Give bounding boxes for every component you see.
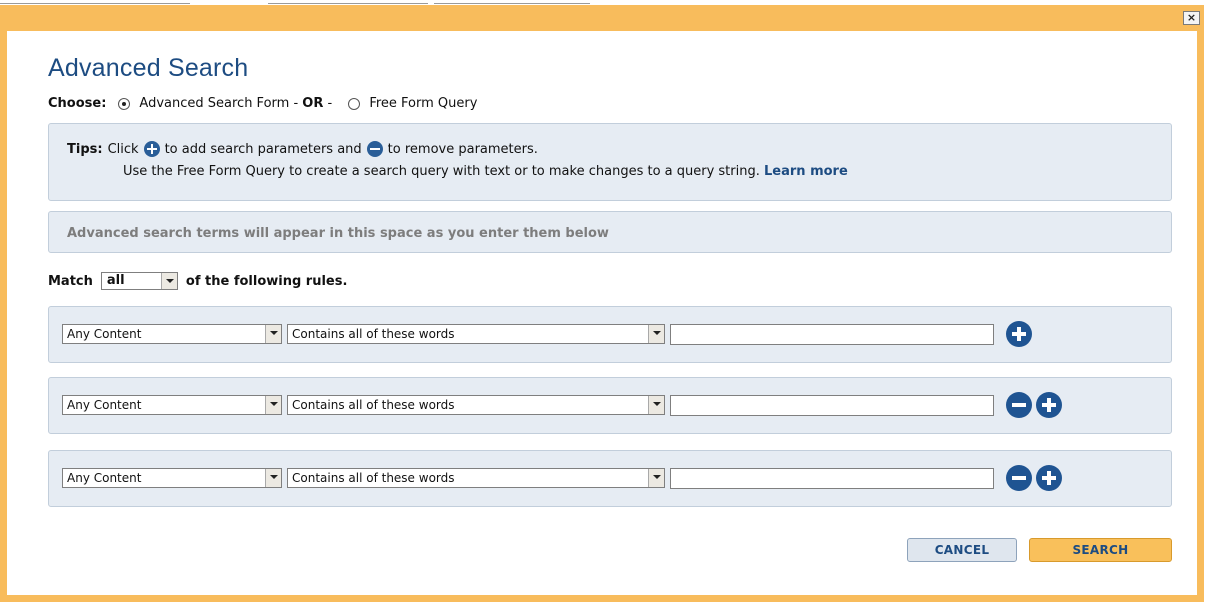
chevron-down-icon[interactable] [648, 469, 664, 487]
remove-rule-button[interactable] [1006, 465, 1032, 491]
advanced-form-label[interactable]: Advanced Search Form [139, 96, 289, 111]
tips-text-add: to add search parameters and [164, 141, 362, 157]
match-prefix: Match [48, 273, 93, 289]
background-fragment [0, 0, 190, 4]
free-form-label[interactable]: Free Form Query [369, 96, 477, 111]
chevron-down-icon[interactable] [265, 469, 281, 487]
chevron-down-icon[interactable] [160, 273, 177, 289]
match-mode-select[interactable]: all [100, 272, 178, 290]
page-title: Advanced Search [48, 54, 249, 82]
rule-condition-value: Contains all of these words [292, 327, 455, 341]
tips-panel: Tips: Click to add search parameters and… [48, 123, 1172, 201]
background-fragment [434, 0, 590, 4]
tips-free-form-note: Use the Free Form Query to create a sear… [123, 164, 1143, 180]
rule-value-input[interactable] [670, 394, 994, 416]
rule-field-value: Any Content [67, 471, 142, 485]
choose-label: Choose: [48, 96, 107, 111]
rule-field-select[interactable]: Any Content [62, 395, 282, 415]
rule-value-input[interactable] [670, 467, 994, 489]
learn-more-link[interactable]: Learn more [764, 164, 848, 179]
rule-controls: Any Content Contains all of these words [62, 321, 1032, 347]
rule-controls: Any Content Contains all of these words [62, 465, 1062, 491]
tips-line: Tips: Click to add search parameters and… [67, 141, 538, 157]
tips-label: Tips: [67, 141, 103, 157]
close-button[interactable]: × [1183, 11, 1200, 25]
search-button[interactable]: SEARCH [1029, 538, 1172, 562]
or-separator-post: - [323, 96, 337, 111]
tips-text-remove: to remove parameters. [387, 141, 538, 157]
rule-field-select[interactable]: Any Content [62, 324, 282, 344]
minus-icon [366, 141, 383, 157]
add-rule-button[interactable] [1036, 465, 1062, 491]
search-mode-chooser: Choose: Advanced Search Form - OR - Free… [48, 96, 477, 111]
free-form-radio[interactable] [348, 97, 361, 110]
rule-controls: Any Content Contains all of these words [62, 392, 1062, 418]
rule-field-value: Any Content [67, 398, 142, 412]
background-fragment [268, 0, 428, 4]
add-rule-button[interactable] [1006, 321, 1032, 347]
match-rule-row: Match all of the following rules. [48, 272, 347, 290]
rule-condition-select[interactable]: Contains all of these words [287, 324, 665, 344]
chevron-down-icon[interactable] [265, 396, 281, 414]
match-suffix: of the following rules. [185, 273, 348, 289]
advanced-form-radio[interactable] [118, 97, 131, 110]
add-rule-button[interactable] [1036, 392, 1062, 418]
chevron-down-icon[interactable] [265, 325, 281, 343]
rule-condition-select[interactable]: Contains all of these words [287, 468, 665, 488]
plus-icon [143, 141, 160, 157]
search-rule: Any Content Contains all of these words [48, 306, 1172, 363]
free-form-note-text: Use the Free Form Query to create a sear… [123, 164, 760, 179]
rule-condition-value: Contains all of these words [292, 471, 455, 485]
or-label: OR [302, 96, 324, 111]
advanced-search-dialog [0, 5, 1204, 602]
or-separator-pre: - [289, 96, 303, 111]
match-mode-value: all [106, 273, 125, 288]
cancel-button[interactable]: CANCEL [907, 538, 1017, 562]
search-terms-preview: Advanced search terms will appear in thi… [48, 211, 1172, 253]
rule-field-select[interactable]: Any Content [62, 468, 282, 488]
remove-rule-button[interactable] [1006, 392, 1032, 418]
search-rule: Any Content Contains all of these words [48, 450, 1172, 507]
chevron-down-icon[interactable] [648, 325, 664, 343]
rule-condition-value: Contains all of these words [292, 398, 455, 412]
rule-value-input[interactable] [670, 323, 994, 345]
rule-field-value: Any Content [67, 327, 142, 341]
tips-text-click: Click [107, 141, 139, 157]
search-terms-placeholder: Advanced search terms will appear in thi… [67, 226, 609, 241]
rule-condition-select[interactable]: Contains all of these words [287, 395, 665, 415]
chevron-down-icon[interactable] [648, 396, 664, 414]
search-rule: Any Content Contains all of these words [48, 377, 1172, 434]
